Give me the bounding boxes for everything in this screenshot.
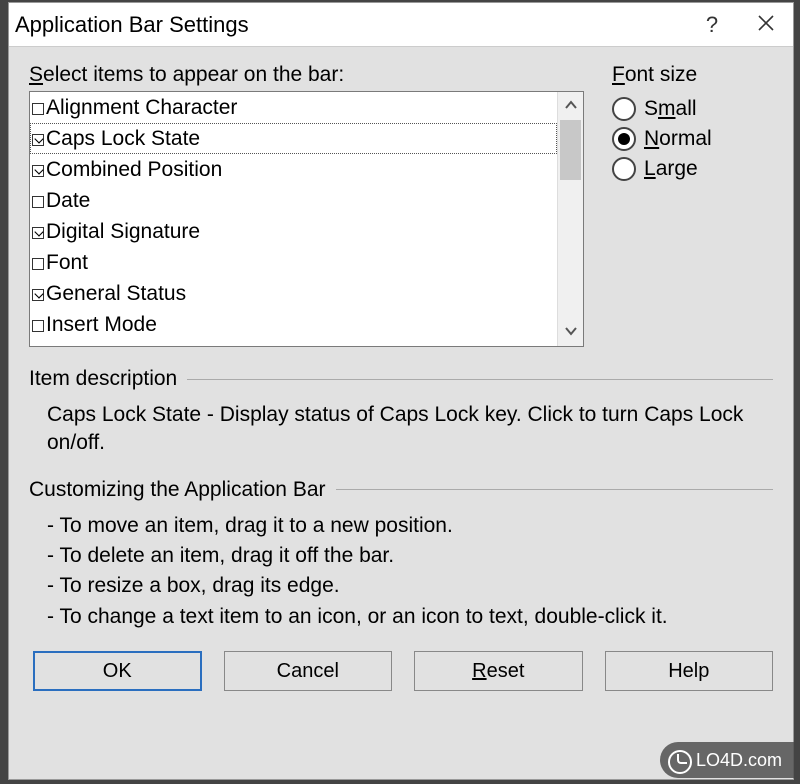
select-items-label: Select items to appear on the bar: (29, 63, 584, 87)
list-item-label: Alignment Character (46, 92, 237, 123)
dialog-content: Select items to appear on the bar: Align… (9, 47, 793, 703)
close-icon (757, 12, 775, 38)
scroll-thumb[interactable] (560, 120, 581, 180)
item-description-header: Item description (29, 367, 773, 391)
radio-icon[interactable] (612, 157, 636, 181)
radio-label: Large (644, 157, 698, 181)
button-row: OK Cancel Reset Help (29, 651, 773, 691)
item-description-section: Item description Caps Lock State - Displ… (29, 367, 773, 458)
list-item-label: Caps Lock State (46, 123, 200, 154)
list-item-label: Digital Signature (46, 216, 200, 247)
list-item-label: General Status (46, 278, 186, 309)
window-title: Application Bar Settings (15, 12, 685, 38)
titlebar: Application Bar Settings ? (9, 3, 793, 47)
customizing-section: Customizing the Application Bar - To mov… (29, 478, 773, 631)
ok-button[interactable]: OK (33, 651, 202, 691)
radio-label: Normal (644, 127, 712, 151)
items-area: Select items to appear on the bar: Align… (29, 63, 584, 347)
customizing-header: Customizing the Application Bar (29, 478, 773, 502)
checkbox-icon[interactable] (32, 320, 44, 332)
radio-icon[interactable] (612, 97, 636, 121)
scroll-track[interactable] (558, 120, 583, 318)
font-size-group: Font size Small Normal Large (612, 63, 773, 347)
scroll-down-button[interactable] (558, 318, 583, 346)
help-dialog-button[interactable]: Help (605, 651, 774, 691)
divider (187, 379, 773, 380)
list-item-label: Combined Position (46, 154, 222, 185)
list-item[interactable]: Date (30, 185, 557, 216)
list-item[interactable]: Combined Position (30, 154, 557, 185)
chevron-down-icon (564, 321, 578, 344)
font-size-label: Font size (612, 63, 773, 87)
items-listbox[interactable]: Alignment CharacterCaps Lock StateCombin… (29, 91, 584, 347)
watermark: LO4D.com (660, 742, 794, 778)
question-icon: ? (706, 12, 718, 38)
checkbox-icon[interactable] (32, 289, 44, 301)
close-button[interactable] (739, 3, 793, 47)
checkbox-icon[interactable] (32, 134, 44, 146)
listbox-scrollbar[interactable] (557, 92, 583, 346)
cancel-button[interactable]: Cancel (224, 651, 393, 691)
checkbox-icon[interactable] (32, 165, 44, 177)
bullet-line: - To resize a box, drag its edge. (47, 572, 773, 600)
customizing-bullets: - To move an item, drag it to a new posi… (29, 512, 773, 631)
list-item-label: Insert Mode (46, 309, 157, 340)
help-button[interactable]: ? (685, 3, 739, 47)
font-size-option-large[interactable]: Large (612, 157, 773, 181)
checkbox-icon[interactable] (32, 103, 44, 115)
checkbox-icon[interactable] (32, 227, 44, 239)
list-item[interactable]: Caps Lock State (30, 123, 557, 154)
radio-label: Small (644, 97, 697, 121)
list-item[interactable]: General Status (30, 278, 557, 309)
bullet-line: - To move an item, drag it to a new posi… (47, 512, 773, 540)
list-item[interactable]: Insert Mode (30, 309, 557, 340)
bullet-line: - To delete an item, drag it off the bar… (47, 542, 773, 570)
list-item[interactable]: Digital Signature (30, 216, 557, 247)
scroll-up-button[interactable] (558, 92, 583, 120)
item-description-text: Caps Lock State - Display status of Caps… (29, 401, 773, 458)
listbox-inner: Alignment CharacterCaps Lock StateCombin… (30, 92, 557, 346)
chevron-up-icon (564, 95, 578, 118)
checkbox-icon[interactable] (32, 196, 44, 208)
radio-icon[interactable] (612, 127, 636, 151)
checkbox-icon[interactable] (32, 258, 44, 270)
font-size-option-normal[interactable]: Normal (612, 127, 773, 151)
divider (336, 489, 774, 490)
font-size-option-small[interactable]: Small (612, 97, 773, 121)
dialog-application-bar-settings: Application Bar Settings ? Select items … (8, 2, 794, 780)
list-item-label: Font (46, 247, 88, 278)
bullet-line: - To change a text item to an icon, or a… (47, 603, 773, 631)
list-item-label: Date (46, 185, 90, 216)
list-item[interactable]: Alignment Character (30, 92, 557, 123)
list-item[interactable]: Font (30, 247, 557, 278)
reset-button[interactable]: Reset (414, 651, 583, 691)
